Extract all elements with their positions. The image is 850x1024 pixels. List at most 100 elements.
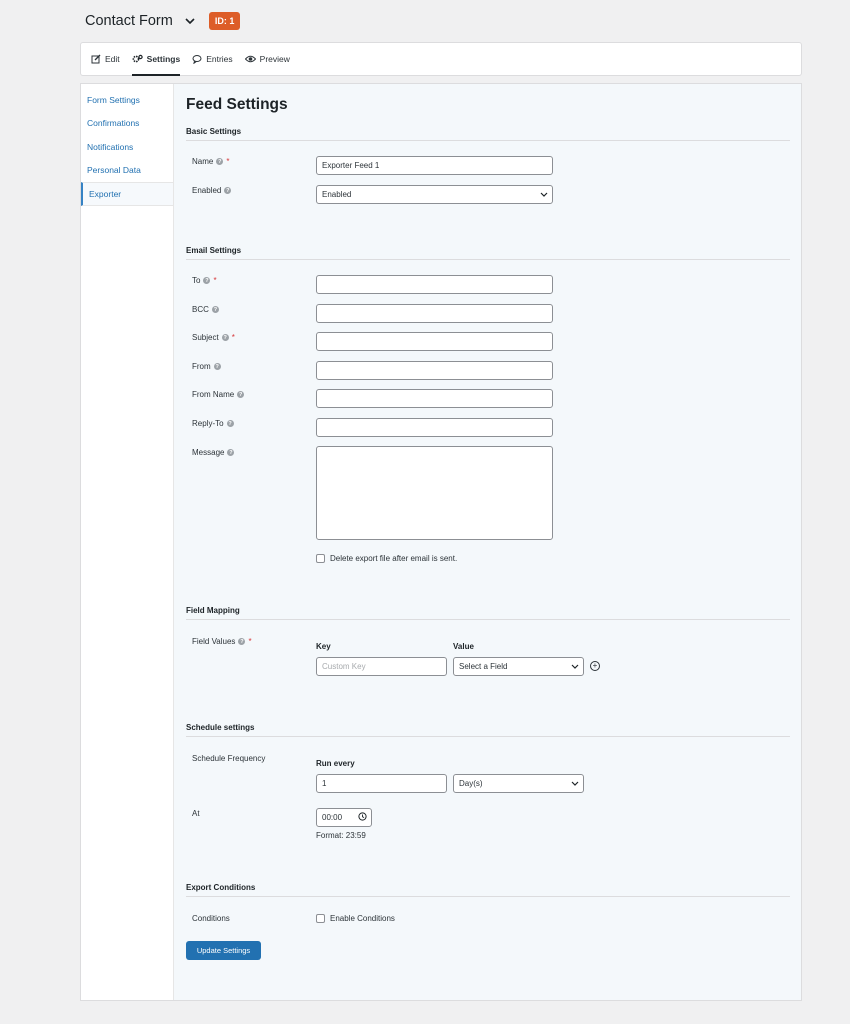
at-label: At bbox=[192, 809, 200, 818]
edit-icon bbox=[91, 54, 101, 64]
page-title: Feed Settings bbox=[186, 96, 288, 113]
message-label: Message ? bbox=[192, 448, 235, 457]
sidebar-item-personal-data[interactable]: Personal Data bbox=[81, 159, 173, 183]
from-name-label: From Name ? bbox=[192, 390, 245, 399]
form-id-badge: ID: 1 bbox=[208, 12, 241, 30]
name-field[interactable]: Exporter Feed 1 bbox=[316, 156, 553, 175]
label-text: At bbox=[192, 809, 200, 818]
time-input[interactable]: 00:00 bbox=[316, 808, 372, 827]
required-asterisk: * bbox=[231, 333, 235, 342]
sidebar-item-form-settings[interactable]: Form Settings bbox=[81, 88, 173, 112]
settings-panel: Form Settings Confirmations Notification… bbox=[80, 83, 802, 1001]
to-label: To ? * bbox=[192, 276, 217, 285]
custom-key-placeholder: Custom Key bbox=[322, 662, 366, 671]
section-divider bbox=[186, 896, 790, 897]
section-divider bbox=[186, 140, 790, 141]
chevron-down-icon bbox=[540, 190, 548, 199]
form-title: Contact Form bbox=[85, 13, 173, 29]
subject-field[interactable] bbox=[316, 332, 553, 351]
enabled-select[interactable]: Enabled bbox=[316, 185, 553, 204]
frequency-unit-value: Day(s) bbox=[459, 779, 483, 788]
label-text: Message bbox=[192, 448, 225, 457]
chevron-down-icon bbox=[571, 662, 579, 671]
from-field[interactable] bbox=[316, 361, 553, 380]
feed-settings-content: Feed Settings Basic Settings Name ? * Ex… bbox=[174, 84, 801, 1000]
clock-icon[interactable] bbox=[358, 812, 367, 823]
section-heading-mapping: Field Mapping bbox=[186, 606, 240, 615]
tab-label: Preview bbox=[259, 54, 290, 64]
bcc-field[interactable] bbox=[316, 304, 553, 323]
required-asterisk: * bbox=[226, 157, 230, 166]
tab-label: Edit bbox=[105, 54, 120, 64]
label-text: To bbox=[192, 276, 201, 285]
gear-icon bbox=[132, 54, 143, 64]
enabled-select-value: Enabled bbox=[322, 190, 352, 199]
label-text: Reply-To bbox=[192, 419, 224, 428]
tab-preview[interactable]: Preview bbox=[244, 42, 290, 76]
settings-sidebar: Form Settings Confirmations Notification… bbox=[81, 84, 174, 1000]
time-value: 00:00 bbox=[322, 813, 343, 822]
chat-bubble-icon bbox=[192, 54, 202, 64]
sidebar-item-exporter[interactable]: Exporter bbox=[81, 182, 173, 206]
help-icon[interactable]: ? bbox=[227, 449, 235, 456]
checkbox-label: Delete export file after email is sent. bbox=[330, 554, 458, 563]
help-icon[interactable]: ? bbox=[221, 334, 229, 341]
enable-conditions-option[interactable]: Enable Conditions bbox=[316, 914, 395, 923]
tab-settings[interactable]: Settings bbox=[131, 42, 180, 76]
label-text: Schedule Frequency bbox=[192, 754, 266, 763]
section-heading-basic: Basic Settings bbox=[186, 127, 242, 136]
help-icon[interactable]: ? bbox=[213, 363, 221, 370]
from-name-field[interactable] bbox=[316, 389, 553, 408]
to-field[interactable] bbox=[316, 275, 553, 294]
custom-key-input[interactable]: Custom Key bbox=[316, 657, 447, 676]
sidebar-item-confirmations[interactable]: Confirmations bbox=[81, 112, 173, 136]
bcc-label: BCC ? bbox=[192, 305, 219, 314]
enable-conditions-checkbox[interactable] bbox=[316, 914, 325, 923]
section-heading-schedule: Schedule settings bbox=[186, 723, 255, 732]
run-every-label: Run every bbox=[316, 759, 355, 768]
section-heading-conditions: Export Conditions bbox=[186, 883, 256, 892]
label-text: From bbox=[192, 362, 211, 371]
schedule-frequency-label: Schedule Frequency bbox=[192, 754, 265, 763]
reply-to-label: Reply-To ? bbox=[192, 419, 234, 428]
checkbox-label: Enable Conditions bbox=[330, 914, 395, 923]
form-toolbar: Edit Settings Entries Preview bbox=[80, 42, 802, 76]
delete-export-option[interactable]: Delete export file after email is sent. bbox=[316, 554, 457, 563]
time-format-hint: Format: 23:59 bbox=[316, 831, 366, 840]
label-text: Enabled bbox=[192, 186, 222, 195]
section-divider bbox=[186, 619, 790, 620]
help-icon[interactable]: ? bbox=[226, 420, 234, 427]
run-every-input[interactable]: 1 bbox=[316, 774, 447, 793]
sidebar-item-notifications[interactable]: Notifications bbox=[81, 135, 173, 159]
help-icon[interactable]: ? bbox=[203, 277, 211, 284]
name-field-value: Exporter Feed 1 bbox=[322, 161, 380, 170]
update-settings-button[interactable]: Update Settings bbox=[186, 941, 261, 960]
tab-entries[interactable]: Entries bbox=[192, 42, 233, 76]
chevron-down-icon[interactable] bbox=[183, 14, 197, 28]
run-every-value: 1 bbox=[322, 779, 327, 788]
field-select[interactable]: Select a Field bbox=[453, 657, 584, 676]
tab-label: Entries bbox=[206, 54, 233, 64]
message-textarea[interactable] bbox=[316, 446, 553, 540]
help-icon[interactable]: ? bbox=[211, 306, 219, 313]
key-column-header: Key bbox=[316, 642, 331, 651]
label-text: From Name bbox=[192, 390, 235, 399]
help-icon[interactable]: ? bbox=[216, 158, 224, 165]
name-label: Name ? * bbox=[192, 157, 229, 166]
label-text: Name bbox=[192, 157, 214, 166]
tab-edit[interactable]: Edit bbox=[91, 42, 120, 76]
add-mapping-icon[interactable]: + bbox=[590, 661, 600, 671]
eye-icon bbox=[244, 54, 256, 64]
help-icon[interactable]: ? bbox=[237, 391, 245, 398]
help-icon[interactable]: ? bbox=[238, 638, 246, 645]
subject-label: Subject ? * bbox=[192, 333, 235, 342]
frequency-unit-select[interactable]: Day(s) bbox=[453, 774, 584, 793]
conditions-label: Conditions bbox=[192, 914, 230, 923]
label-text: Subject bbox=[192, 333, 219, 342]
enabled-label: Enabled ? bbox=[192, 186, 232, 195]
reply-to-field[interactable] bbox=[316, 418, 553, 437]
delete-export-checkbox[interactable] bbox=[316, 554, 325, 563]
label-text: Conditions bbox=[192, 914, 230, 923]
help-icon[interactable]: ? bbox=[224, 187, 232, 194]
required-asterisk: * bbox=[213, 276, 217, 285]
